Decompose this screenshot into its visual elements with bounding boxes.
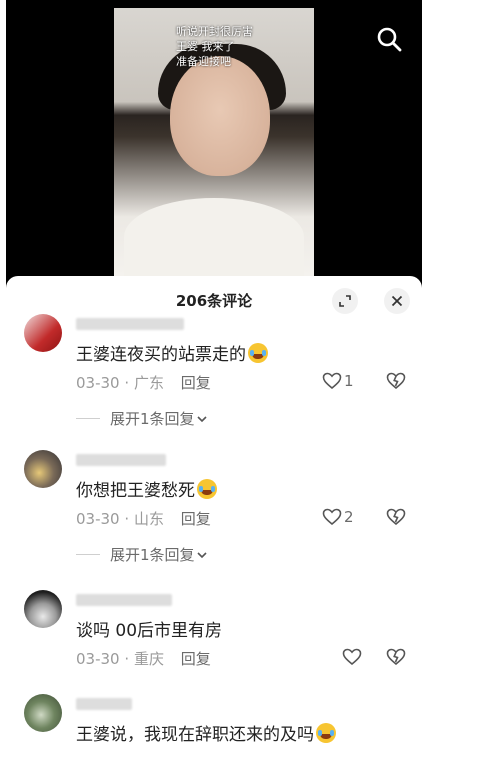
heart-icon (322, 372, 342, 390)
comment-meta: 03-30 · 广东 回复 (76, 372, 211, 393)
comment-date: 03-30 (76, 510, 120, 528)
video-player[interactable]: 听说开封很厉害 王婆 我来了 准备迎接吧 (6, 0, 422, 290)
expand-replies-button[interactable]: 展开1条回复 (76, 544, 209, 565)
comment-sheet: 206条评论 王婆连夜买的站票走的 03-30 · 广东 回复 1 展开1条回复… (6, 276, 422, 759)
crying-laughing-emoji-icon (248, 343, 268, 363)
username-redacted[interactable] (76, 454, 166, 466)
username-redacted[interactable] (76, 594, 172, 606)
expand-icon (339, 295, 351, 307)
video-caption: 听说开封很厉害 王婆 我来了 准备迎接吧 (176, 24, 253, 69)
comment-item: 王婆说，我现在辞职还来的及吗 (24, 694, 424, 758)
divider-line (76, 418, 100, 419)
caption-line: 王婆 我来了 (176, 40, 235, 53)
comment-date: 03-30 (76, 374, 120, 392)
avatar[interactable] (24, 694, 62, 732)
meta-separator: · (124, 650, 130, 668)
reply-button[interactable]: 回复 (181, 650, 211, 668)
comment-location: 山东 (133, 510, 164, 528)
like-count: 2 (344, 508, 354, 526)
like-button[interactable]: 2 (322, 508, 354, 526)
comment-meta: 03-30 · 重庆 回复 (76, 648, 211, 669)
comment-location: 广东 (133, 374, 164, 392)
comment-item: 谈吗 00后市里有房 03-30 · 重庆 回复 (24, 590, 424, 680)
chevron-down-icon (196, 415, 207, 422)
comment-date: 03-30 (76, 650, 120, 668)
username-redacted[interactable] (76, 698, 132, 710)
dislike-icon[interactable] (386, 372, 406, 390)
like-button[interactable]: 1 (322, 372, 354, 390)
comment-text-content: 王婆说，我现在辞职还来的及吗 (76, 725, 314, 745)
avatar[interactable] (24, 450, 62, 488)
video-subject-face (170, 56, 270, 176)
expand-replies-button[interactable]: 展开1条回复 (76, 408, 209, 429)
like-count: 1 (344, 372, 354, 390)
meta-separator: · (124, 510, 130, 528)
comment-text-content: 你想把王婆愁死 (76, 481, 195, 501)
comment-text[interactable]: 王婆连夜买的站票走的 (76, 340, 268, 365)
like-button[interactable] (342, 648, 362, 666)
close-icon (391, 295, 403, 307)
dislike-icon[interactable] (386, 648, 406, 666)
search-icon[interactable] (376, 26, 402, 52)
comment-text-content: 王婆连夜买的站票走的 (76, 345, 246, 365)
caption-line: 准备迎接吧 (176, 55, 231, 68)
comment-count-title: 206条评论 (175, 292, 253, 310)
comment-text[interactable]: 你想把王婆愁死 (76, 476, 217, 501)
fullscreen-button[interactable] (332, 288, 358, 314)
video-subject-shirt (124, 198, 304, 276)
meta-separator: · (124, 374, 130, 392)
heart-icon (322, 508, 342, 526)
divider-line (76, 554, 100, 555)
reply-button[interactable]: 回复 (181, 510, 211, 528)
expand-replies-label: 展开1条回复 (110, 410, 195, 428)
heart-icon (342, 648, 362, 666)
reply-button[interactable]: 回复 (181, 374, 211, 392)
comment-item: 王婆连夜买的站票走的 03-30 · 广东 回复 1 展开1条回复 (24, 314, 424, 436)
comment-item: 你想把王婆愁死 03-30 · 山东 回复 2 展开1条回复 (24, 450, 424, 572)
avatar[interactable] (24, 314, 62, 352)
chevron-down-icon (196, 551, 207, 558)
close-button[interactable] (384, 288, 410, 314)
comment-meta: 03-30 · 山东 回复 (76, 508, 211, 529)
avatar[interactable] (24, 590, 62, 628)
rofl-emoji-icon (316, 723, 336, 743)
comment-location: 重庆 (133, 650, 164, 668)
caption-line: 听说开封很厉害 (176, 25, 253, 38)
comment-text[interactable]: 谈吗 00后市里有房 (76, 616, 222, 641)
username-redacted[interactable] (76, 318, 184, 330)
comment-text[interactable]: 王婆说，我现在辞职还来的及吗 (76, 720, 336, 745)
dislike-icon[interactable] (386, 508, 406, 526)
expand-replies-label: 展开1条回复 (110, 546, 195, 564)
rofl-emoji-icon (197, 479, 217, 499)
